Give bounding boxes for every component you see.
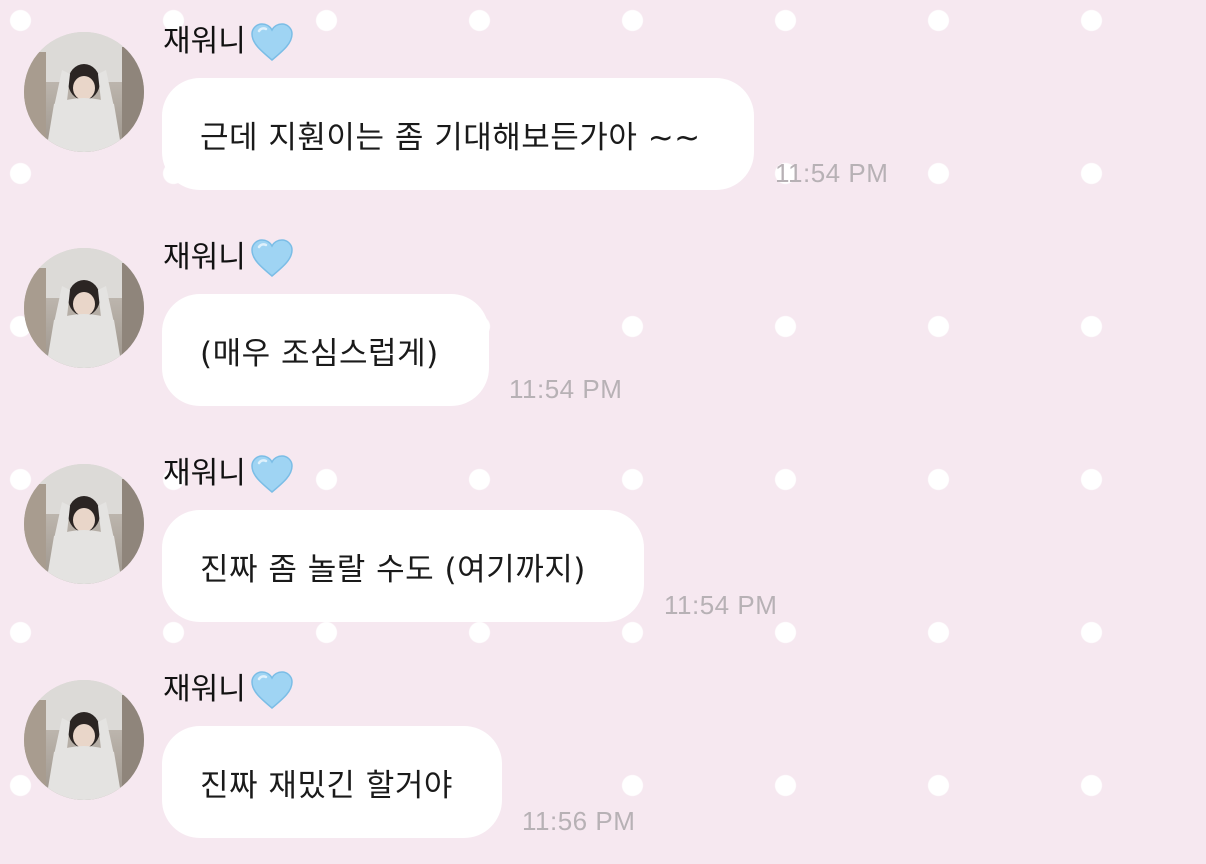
chat-message: 재워니 (매우 조심스럽게) 11:54 PM: [0, 216, 1206, 432]
timestamp: 11:54 PM: [509, 374, 623, 404]
message-text: (매우 조심스럽게): [200, 335, 439, 372]
timestamp: 11:54 PM: [664, 590, 778, 620]
message-bubble[interactable]: (매우 조심스럽게): [162, 294, 489, 406]
sender-row: 재워니: [163, 670, 294, 710]
sender-row: 재워니: [163, 22, 294, 62]
sender-row: 재워니: [163, 238, 294, 278]
message-bubble[interactable]: 진짜 재밌긴 할거야: [162, 726, 502, 838]
timestamp: 11:56 PM: [522, 806, 636, 836]
sender-name: 재워니: [163, 456, 246, 491]
avatar[interactable]: [24, 680, 144, 800]
chat-message: 재워니 진짜 재밌긴 할거야 11:56 PM: [0, 648, 1206, 864]
avatar[interactable]: [24, 464, 144, 584]
light-blue-heart-icon: [251, 455, 293, 493]
chat-message: 재워니 근데 지훤이는 좀 기대해보든가아 ~~ 11:54 PM: [0, 0, 1206, 216]
message-text: 진짜 좀 놀랄 수도 (여기까지): [200, 551, 586, 588]
light-blue-heart-icon: [251, 239, 293, 277]
message-bubble[interactable]: 근데 지훤이는 좀 기대해보든가아 ~~: [162, 78, 754, 190]
light-blue-heart-icon: [251, 671, 293, 709]
sender-row: 재워니: [163, 454, 294, 494]
sender-name: 재워니: [163, 240, 246, 275]
message-bubble[interactable]: 진짜 좀 놀랄 수도 (여기까지): [162, 510, 644, 622]
sender-name: 재워니: [163, 672, 246, 707]
sender-name: 재워니: [163, 24, 246, 59]
avatar[interactable]: [24, 32, 144, 152]
timestamp: 11:54 PM: [775, 158, 889, 188]
light-blue-heart-icon: [251, 23, 293, 61]
avatar[interactable]: [24, 248, 144, 368]
message-text: 진짜 재밌긴 할거야: [200, 767, 453, 804]
chat-message: 재워니 진짜 좀 놀랄 수도 (여기까지) 11:54 PM: [0, 432, 1206, 648]
message-text: 근데 지훤이는 좀 기대해보든가아 ~~: [200, 119, 701, 156]
